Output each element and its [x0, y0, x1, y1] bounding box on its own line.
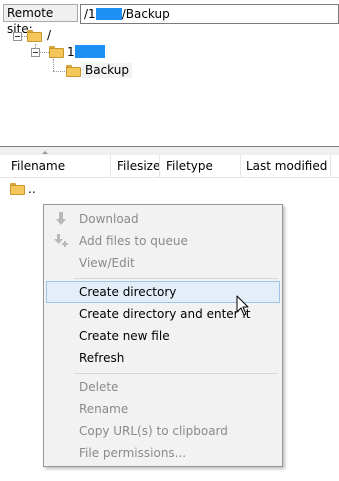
menu-item-label: Create directory and enter it: [79, 307, 251, 321]
add-to-queue-icon: [54, 234, 68, 247]
menu-item-label: Create new file: [79, 329, 170, 343]
menu-item-label: View/Edit: [79, 256, 135, 270]
menu-item-refresh[interactable]: Refresh: [46, 347, 280, 369]
context-menu: Download Add files to queue View/Edit Cr…: [43, 204, 283, 467]
column-header-filetype[interactable]: Filetype: [166, 155, 213, 177]
column-header-last-modified[interactable]: Last modified: [246, 155, 327, 177]
menu-item-delete[interactable]: Delete: [46, 376, 280, 398]
table-row[interactable]: ..: [0, 180, 339, 198]
menu-item-file-permissions[interactable]: File permissions...: [46, 442, 280, 464]
tree-node-root[interactable]: /: [47, 28, 51, 43]
menu-item-label: Create directory: [79, 285, 177, 299]
menu-item-label: Refresh: [79, 351, 125, 365]
tree-node-child-label: 1: [67, 45, 75, 59]
column-header-filename[interactable]: Filename: [11, 155, 65, 177]
column-divider[interactable]: [159, 155, 160, 177]
menu-separator: [74, 373, 278, 374]
remote-path-input[interactable]: /1/Backup: [80, 4, 339, 24]
remote-site-label: Remote site:: [3, 4, 78, 36]
tree-connector: [39, 52, 49, 53]
folder-icon: [10, 183, 25, 195]
file-name: ..: [28, 182, 36, 196]
tree-node-child[interactable]: 1: [67, 45, 105, 60]
column-header-filesize[interactable]: Filesize: [117, 155, 160, 177]
menu-item-label: Rename: [79, 402, 129, 416]
menu-item-view-edit[interactable]: View/Edit: [46, 252, 280, 274]
path-suffix: /Backup: [121, 7, 170, 21]
menu-item-create-new-file[interactable]: Create new file: [46, 325, 280, 347]
remote-tree-pane: Remote site: /1/Backup / 1 Backup: [0, 0, 339, 147]
menu-item-label: Download: [79, 212, 139, 226]
download-arrow-icon: [56, 212, 66, 225]
mouse-cursor-icon: [236, 295, 249, 316]
sort-indicator-icon: [42, 151, 48, 154]
menu-item-add-to-queue[interactable]: Add files to queue: [46, 230, 280, 252]
menu-item-label: File permissions...: [79, 446, 187, 460]
collapse-toggle-root[interactable]: [13, 32, 22, 41]
menu-item-label: Copy URL(s) to clipboard: [79, 424, 228, 438]
tree-node-backup[interactable]: Backup: [82, 63, 132, 78]
tree-connector: [53, 71, 65, 72]
collapse-toggle-child[interactable]: [31, 48, 40, 57]
pane-splitter[interactable]: [0, 147, 339, 155]
redacted-text: [95, 8, 122, 20]
menu-item-label: Add files to queue: [79, 234, 188, 248]
folder-icon: [49, 46, 64, 58]
column-divider[interactable]: [330, 155, 331, 177]
menu-item-download[interactable]: Download: [46, 208, 280, 230]
redacted-text: [74, 45, 105, 58]
folder-icon: [27, 30, 42, 42]
menu-item-label: Delete: [79, 380, 119, 394]
menu-item-rename[interactable]: Rename: [46, 398, 280, 420]
path-prefix: /1: [84, 7, 96, 21]
menu-item-copy-url[interactable]: Copy URL(s) to clipboard: [46, 420, 280, 442]
tree-connector: [53, 59, 54, 71]
menu-separator: [74, 278, 278, 279]
file-list-header: Filename Filesize Filetype Last modified: [0, 151, 339, 178]
folder-icon: [66, 65, 81, 77]
column-divider[interactable]: [110, 155, 111, 177]
column-divider[interactable]: [240, 155, 241, 177]
